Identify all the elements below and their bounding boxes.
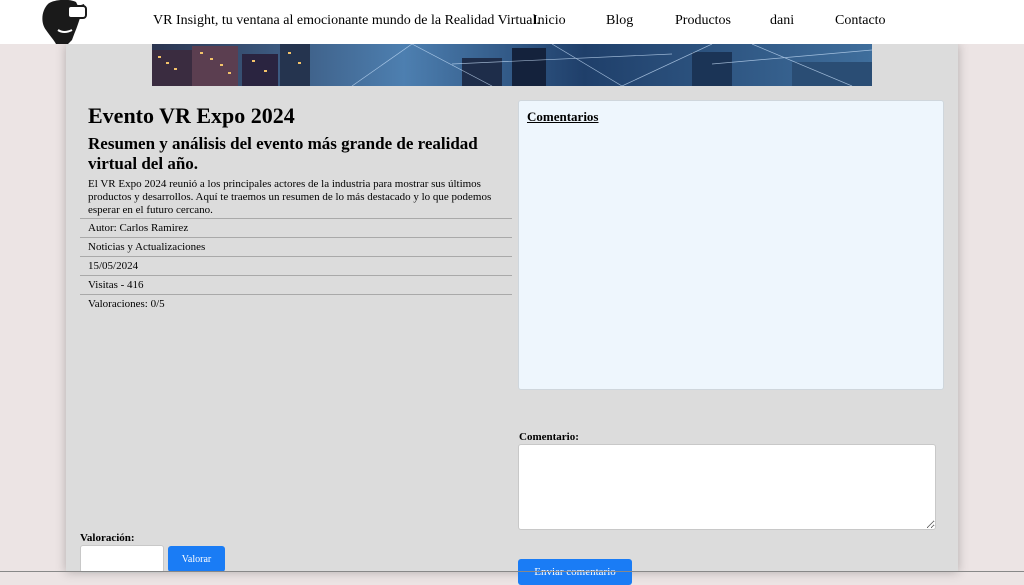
post-author: Autor: Carlos Ramirez xyxy=(80,218,512,237)
comments-list-box: Comentarios xyxy=(518,100,944,390)
nav-blog[interactable]: Blog xyxy=(606,13,633,29)
nav-contacto[interactable]: Contacto xyxy=(835,13,886,29)
post-subtitle: Resumen y análisis del evento más grande… xyxy=(88,134,478,173)
rate-button[interactable]: Valorar xyxy=(168,546,225,572)
post-title: Evento VR Expo 2024 xyxy=(88,103,295,128)
nav-user-dani[interactable]: dani xyxy=(770,13,794,29)
send-comment-button[interactable]: Enviar comentario xyxy=(518,559,632,585)
main-nav: Inicio Blog Productos dani Contacto xyxy=(0,13,1024,33)
nav-inicio[interactable]: Inicio xyxy=(533,13,566,29)
post-body: El VR Expo 2024 reunió a los principales… xyxy=(88,178,492,216)
comments-title: Comentarios xyxy=(527,109,599,124)
post-details: Evento VR Expo 2024 Resumen y análisis d… xyxy=(80,102,512,313)
top-navigation-bar: VR Insight, tu ventana al emocionante mu… xyxy=(0,0,1024,44)
post-ratings: Valoraciones: 0/5 xyxy=(80,294,512,313)
nav-productos[interactable]: Productos xyxy=(675,13,731,29)
main-content-panel: Evento VR Expo 2024 Resumen y análisis d… xyxy=(66,44,958,585)
rating-label: Valoración: xyxy=(80,532,135,544)
post-visits: Visitas - 416 xyxy=(80,275,512,294)
header-banner-image xyxy=(152,44,872,86)
post-date: 15/05/2024 xyxy=(80,256,512,275)
post-meta-list: Autor: Carlos Ramirez Noticias y Actuali… xyxy=(80,218,512,313)
rating-input[interactable] xyxy=(80,545,164,573)
comment-textarea[interactable] xyxy=(518,444,936,530)
post-category: Noticias y Actualizaciones xyxy=(80,237,512,256)
comment-label: Comentario: xyxy=(519,431,579,443)
